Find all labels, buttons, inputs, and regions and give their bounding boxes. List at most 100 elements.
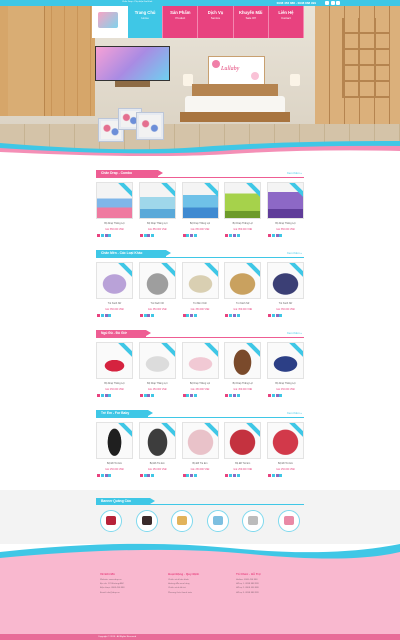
product-image[interactable] — [138, 262, 176, 299]
product-name[interactable]: Bộ Drap Thắng Lợi — [267, 222, 304, 229]
product-name[interactable]: Bộ Drap Thắng Lợi — [96, 382, 133, 389]
footer-link[interactable]: Chính sách bảo hành — [168, 579, 238, 581]
banner-thumb[interactable] — [171, 510, 194, 532]
view-more-link[interactable]: Xem thêm » — [287, 171, 302, 175]
footer-text: Website: www.drap.vn — [100, 579, 122, 581]
product-card[interactable]: Túi Xách Nữ Giá: 350.000 VNĐ — [267, 262, 304, 317]
product-image[interactable] — [138, 182, 176, 219]
footer-link[interactable]: Hướng dẫn mua hàng — [168, 583, 238, 585]
product-image[interactable] — [224, 182, 262, 219]
view-more-link[interactable]: Xem thêm » — [287, 251, 302, 255]
product-card[interactable]: Bộ Drap Thắng Lợi Giá: 850.000 VNĐ — [224, 182, 262, 237]
wall-painting: Lullaby — [208, 56, 265, 86]
section-bags: Chăn Mền - Các Loại Khác Xem thêm » Túi … — [96, 250, 304, 317]
product-name[interactable]: Bộ Drap Thắng Lợi — [139, 222, 176, 229]
product-name[interactable]: Bộ Đồ Trẻ Em — [224, 462, 261, 469]
product-image[interactable] — [96, 182, 133, 219]
copyright: Copyright © 2015 - All Rights Reserved — [98, 635, 137, 638]
product-card[interactable]: Bộ Đồ Trẻ Em Giá: 250.000 VNĐ — [138, 422, 176, 477]
product-image[interactable] — [267, 262, 304, 299]
banner-thumb[interactable] — [100, 510, 122, 532]
product-image[interactable] — [96, 262, 133, 299]
product-image[interactable] — [267, 342, 304, 379]
product-image[interactable] — [224, 422, 262, 459]
banner-thumb[interactable] — [206, 510, 229, 532]
product-name[interactable]: Bộ Drap Thắng Lợi — [182, 222, 219, 229]
view-more-link[interactable]: Xem thêm » — [287, 411, 302, 415]
product-card[interactable]: Bộ Đồ Trẻ Em Giá: 250.000 VNĐ — [267, 422, 304, 477]
product-card[interactable]: Túi Xách Nữ Giá: 350.000 VNĐ — [138, 262, 176, 317]
banner-thumb[interactable] — [242, 510, 265, 532]
product-name[interactable]: Bộ Drap Thắng Lợi — [224, 382, 261, 389]
product-name[interactable]: Bộ Drap Thắng Lợi — [96, 222, 133, 229]
facebook-icon[interactable] — [325, 1, 329, 5]
view-more-link[interactable]: Xem thêm » — [287, 331, 302, 335]
product-image[interactable] — [224, 262, 262, 299]
product-image[interactable] — [138, 342, 176, 379]
product-card[interactable]: Túi Mini Xinh Giá: 350.000 VNĐ — [181, 262, 219, 317]
nav-sub: Product — [175, 16, 186, 20]
product-name[interactable]: Bộ Đồ Trẻ Em — [182, 462, 219, 469]
product-card[interactable]: Bộ Đồ Trẻ Em Giá: 250.000 VNĐ — [224, 422, 262, 477]
product-card[interactable]: Bộ Drap Thắng Lợi Giá: 850.000 VNĐ — [267, 182, 304, 237]
product-card[interactable]: Bộ Drap Thắng Lợi Giá: 850.000 VNĐ — [181, 182, 219, 237]
hotline: 0908 456 888 - 0938 888 999 — [276, 0, 316, 5]
product-card[interactable]: Túi Xách Nữ Giá: 350.000 VNĐ — [224, 262, 262, 317]
product-card[interactable]: Bộ Drap Thắng Lợi Giá: 450.000 VNĐ — [267, 342, 304, 397]
product-card[interactable]: Bộ Đồ Trẻ Em Giá: 250.000 VNĐ — [181, 422, 219, 477]
footer-text: Hotline: 0908 456 888 — [236, 579, 258, 581]
product-image[interactable] — [138, 422, 176, 459]
product-name[interactable]: Bộ Đồ Trẻ Em — [96, 462, 133, 469]
footer-text: Địa chỉ: 123 Đường ABC — [100, 583, 125, 586]
nav-item-home[interactable]: Trang Chủ Home — [128, 6, 164, 38]
product-card[interactable]: Bộ Drap Thắng Lợi Giá: 450.000 VNĐ — [138, 342, 176, 397]
youtube-icon[interactable] — [336, 1, 340, 5]
product-name[interactable]: Bộ Đồ Trẻ Em — [267, 462, 304, 469]
product-image[interactable] — [181, 422, 219, 459]
product-name[interactable]: Túi Xách Nữ — [96, 302, 133, 309]
nav-title: Liên Hệ — [278, 10, 294, 15]
nav-title: Sản Phẩm — [170, 10, 191, 15]
site-logo[interactable] — [92, 6, 128, 38]
product-image[interactable] — [224, 342, 262, 379]
banner-thumb[interactable] — [135, 510, 158, 532]
product-image[interactable] — [181, 262, 219, 299]
product-image[interactable] — [181, 342, 219, 379]
nav-item-contact[interactable]: Liên Hệ Contact — [269, 6, 305, 38]
product-card[interactable]: Bộ Drap Thắng Lợi Giá: 450.000 VNĐ — [96, 342, 133, 397]
footer-link[interactable]: Phương thức thanh toán — [168, 592, 238, 594]
product-card[interactable]: Túi Xách Nữ Giá: 350.000 VNĐ — [96, 262, 133, 317]
product-name[interactable]: Bộ Drap Thắng Lợi — [267, 382, 304, 389]
footer-link[interactable]: Chính sách đổi trả — [168, 587, 238, 589]
nav-item-sale[interactable]: Khuyến Mãi Sale Off — [234, 6, 269, 38]
banner-thumb[interactable] — [277, 510, 300, 532]
product-name[interactable]: Túi Mini Xinh — [182, 302, 219, 309]
product-name[interactable]: Bộ Drap Thắng Lợi — [139, 382, 176, 389]
section-shoes: Ngủ Đủ - Đủ Giờ Xem thêm » Bộ Drap Thắng… — [96, 330, 304, 397]
product-name[interactable]: Bộ Drap Thắng Lợi — [182, 382, 219, 389]
google-plus-icon[interactable] — [330, 1, 335, 5]
section-title: Ngủ Đủ - Đủ Giờ — [96, 330, 151, 337]
section-combo: Chăn Drap - Combo Xem thêm » Bộ Drap Thắ… — [96, 170, 304, 237]
product-card[interactable]: Bộ Drap Thắng Lợi Giá: 450.000 VNĐ — [181, 342, 219, 397]
product-card[interactable]: Bộ Drap Thắng Lợi Giá: 850.000 VNĐ — [96, 182, 133, 237]
product-price: Giá: 250.000 VNĐ — [147, 469, 167, 471]
product-name[interactable]: Túi Xách Nữ — [224, 302, 261, 309]
nav-sub: Contact — [281, 16, 291, 20]
product-name[interactable]: Túi Xách Nữ — [267, 302, 304, 309]
product-image[interactable] — [181, 182, 219, 219]
footer: Về Bởi Mô Website: www.drap.vn Địa chỉ: … — [0, 560, 400, 640]
product-image[interactable] — [267, 182, 304, 219]
product-image[interactable] — [96, 422, 133, 459]
nav-item-service[interactable]: Dịch Vụ Service — [198, 6, 234, 38]
product-name[interactable]: Bộ Đồ Trẻ Em — [139, 462, 176, 469]
product-card[interactable]: Bộ Drap Thắng Lợi Giá: 850.000 VNĐ — [138, 182, 176, 237]
product-card[interactable]: Bộ Đồ Trẻ Em Giá: 250.000 VNĐ — [96, 422, 133, 477]
product-name[interactable]: Túi Xách Nữ — [139, 302, 176, 309]
product-name[interactable]: Bộ Drap Thắng Lợi — [224, 222, 261, 229]
nav-item-product[interactable]: Sản Phẩm Product — [163, 6, 199, 38]
section-title: Chăn Mền - Các Loại Khác — [96, 250, 171, 257]
product-image[interactable] — [96, 342, 133, 379]
product-card[interactable]: Bộ Drap Thắng Lợi Giá: 450.000 VNĐ — [224, 342, 262, 397]
product-image[interactable] — [267, 422, 304, 459]
